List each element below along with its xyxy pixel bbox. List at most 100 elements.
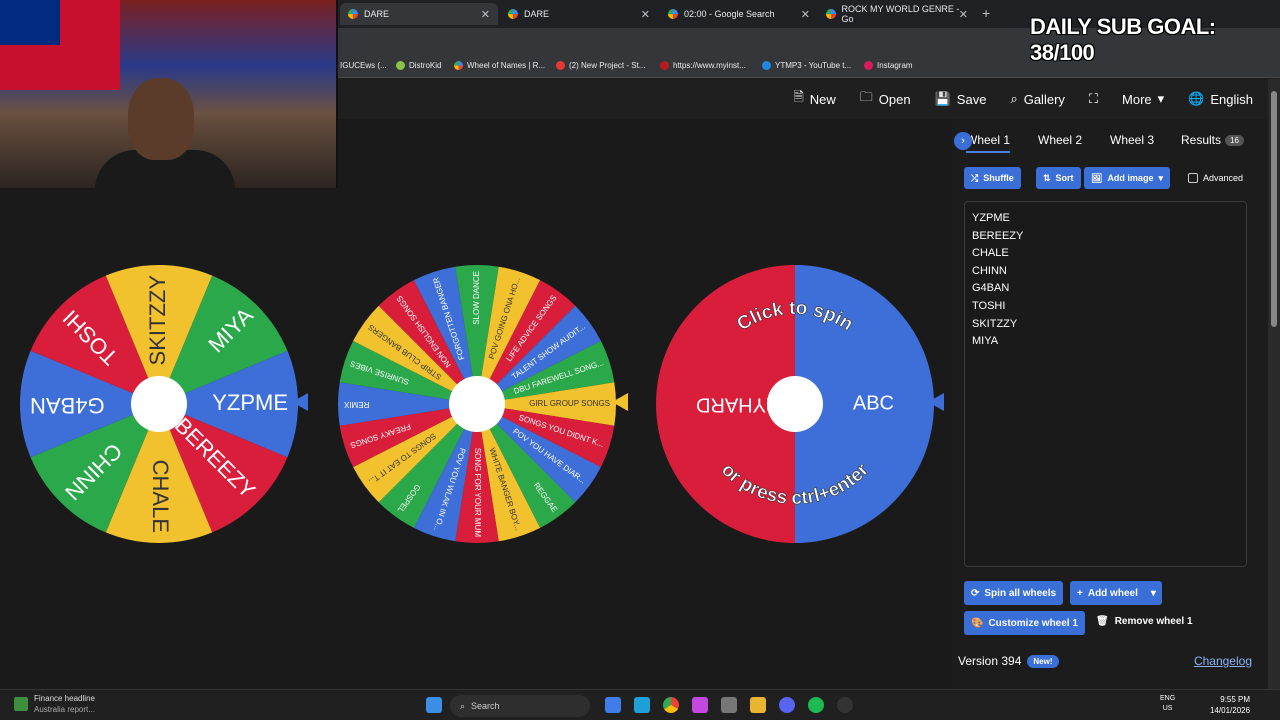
news-widget[interactable]: Finance headline Australia report... — [34, 693, 95, 715]
page-scrollbar[interactable] — [1268, 79, 1280, 689]
bookmark-item[interactable]: Wheel of Names | R... — [454, 61, 545, 70]
wheel-1-pointer — [292, 393, 308, 411]
plus-icon: + — [1077, 587, 1083, 599]
chevron-right-icon: › — [954, 132, 972, 150]
tab-favicon-icon — [508, 9, 518, 19]
changelog-link[interactable]: Changelog — [1194, 654, 1252, 668]
chrome-icon[interactable] — [663, 697, 679, 713]
wheel-slice-label: SONG FOR YOUR MUM — [473, 448, 482, 538]
spotify-icon[interactable] — [808, 697, 824, 713]
browser-tab[interactable]: ROCK MY WORLD GENRE - Go ✕ — [818, 3, 976, 25]
close-icon[interactable]: ✕ — [801, 8, 810, 21]
close-icon[interactable]: ✕ — [481, 8, 490, 21]
remove-wheel-button[interactable]: 🗑 Remove wheel 1 — [1096, 616, 1193, 627]
image-icon: 🖼 — [1091, 172, 1103, 183]
wheel-center[interactable] — [449, 376, 505, 432]
shuffle-button[interactable]: ⤮ Shuffle — [964, 167, 1021, 189]
input-language[interactable]: ENG US — [1160, 694, 1175, 714]
advanced-checkbox[interactable]: Advanced — [1188, 173, 1243, 183]
system-clock[interactable]: 9:55 PM 14/01/2026 — [1210, 694, 1250, 716]
start-icon[interactable] — [426, 697, 442, 713]
wheel-stage: YZPME BEREEZY CHALE CHINN G4BAN TOSHI SKITZZY M… — [0, 119, 952, 689]
webcam-overlay — [0, 0, 338, 188]
wheel-center[interactable] — [131, 376, 187, 432]
entry-item: CHALE — [972, 247, 1009, 260]
tab-wheel-2[interactable]: Wheel 2 — [1038, 133, 1082, 147]
tab-label: ROCK MY WORLD GENRE - Go — [841, 4, 960, 24]
more-button[interactable]: More ▾ — [1113, 84, 1173, 114]
tab-favicon-icon — [826, 9, 836, 19]
bookmark-favicon-icon — [762, 61, 771, 70]
wheel-1[interactable]: YZPMEBEREEZYCHALECHINNG4BANTOSHI SKITZZY M… — [18, 263, 300, 545]
tab-favicon-icon — [348, 9, 358, 19]
entries-textarea[interactable]: YZPME BEREEZY CHALE CHINN G4BAN TOSHI SKITZZY M… — [964, 201, 1247, 567]
close-icon[interactable]: ✕ — [641, 8, 650, 21]
app-icon[interactable] — [692, 697, 708, 713]
wheel-center[interactable] — [767, 376, 823, 432]
folder-icon: 🗀 — [859, 89, 873, 104]
browser-tab[interactable]: DARE ✕ — [340, 3, 498, 25]
open-button[interactable]: 🗀 Open — [851, 84, 920, 114]
edge-icon[interactable] — [634, 697, 650, 713]
wheel-3[interactable]: ABCTRYHARDClick to spinor press ctrl+ent… — [654, 263, 936, 545]
app-icon[interactable] — [605, 697, 621, 713]
bookmark-item[interactable]: https://www.myinst... — [660, 61, 746, 70]
new-button[interactable]: 🗎 New — [784, 84, 844, 114]
app-icon[interactable] — [837, 697, 853, 713]
bookmark-favicon-icon — [556, 61, 565, 70]
globe-icon: 🌐 — [1188, 91, 1205, 106]
close-icon[interactable]: ✕ — [959, 8, 968, 21]
tab-results[interactable]: Results 16 — [1181, 133, 1244, 147]
settings-icon[interactable] — [721, 697, 737, 713]
search-icon: ⌕ — [460, 700, 466, 711]
app-menu-bar: 🗎 New 🗀 Open 💾 Save ⌕ Gallery ⛶ More ▾ 🌐 Engli… — [338, 79, 1268, 119]
palette-icon: 🎨 — [971, 617, 984, 629]
new-tab-icon[interactable]: + — [982, 5, 990, 21]
bookmark-favicon-icon — [660, 61, 669, 70]
windows-taskbar: Finance headline Australia report... ⌕ Se… — [0, 689, 1280, 720]
file-icon: 🗎 — [793, 89, 804, 104]
entry-item: SKITZZY — [972, 317, 1018, 330]
spin-all-wheels-button[interactable]: ⟳ Spin all wheels — [964, 581, 1064, 605]
gallery-button[interactable]: ⌕ Gallery — [1001, 84, 1073, 114]
tab-wheel-1[interactable]: › Wheel 1 — [954, 132, 1011, 153]
sort-button[interactable]: ⇅ Sort — [1036, 167, 1081, 189]
wheel-slice-label: CHALE — [148, 460, 173, 533]
browser-tab[interactable]: 02:00 - Google Search ✕ — [660, 3, 818, 25]
entry-item: MIYA — [972, 335, 999, 348]
fullscreen-icon: ⛶ — [1088, 91, 1099, 106]
discord-icon[interactable] — [779, 697, 795, 713]
wheel-tabs: › Wheel 1 Wheel 2 Wheel 3 Results 16 — [952, 129, 1268, 157]
tab-wheel-3[interactable]: Wheel 3 — [1110, 133, 1154, 147]
folder-icon[interactable] — [750, 697, 766, 713]
customize-wheel-button[interactable]: 🎨 Customize wheel 1 — [964, 611, 1085, 635]
wheel-slice-label: GIRL GROUP SONGS — [529, 399, 610, 408]
bookmark-item[interactable]: IGUCEws (... — [340, 61, 387, 70]
entries-panel: › Wheel 1 Wheel 2 Wheel 3 Results 16 ⤮ Shu… — [952, 119, 1268, 689]
bookmark-item[interactable]: (2) New Project - St... — [556, 61, 645, 70]
bookmark-item[interactable]: DistroKid — [396, 61, 441, 70]
taskbar-search[interactable]: ⌕ Search — [450, 695, 590, 717]
chevron-down-icon: ▾ — [1157, 91, 1165, 106]
language-button[interactable]: 🌐 English — [1179, 84, 1262, 114]
wheel-slice-label: ABC — [853, 392, 894, 414]
version-info: Version 394 New! — [958, 654, 1059, 668]
add-wheel-button[interactable]: + Add wheel ▾ — [1070, 581, 1162, 605]
flag-graphic — [0, 0, 120, 90]
news-widget-icon — [14, 697, 28, 711]
sort-icon: ⇅ — [1043, 172, 1051, 183]
save-button[interactable]: 💾 Save — [926, 84, 996, 114]
shuffle-icon: ⤮ — [971, 172, 979, 183]
wheel-slice-label: SKITZZY — [145, 275, 170, 366]
add-image-button[interactable]: 🖼 Add image ▾ — [1084, 167, 1170, 189]
wheel-2[interactable]: GIRL GROUP SONGSSONGS YOU DIDNT K...POV … — [336, 263, 618, 545]
search-icon: ⌕ — [1010, 91, 1018, 106]
tab-label: DARE — [364, 9, 390, 19]
entry-item: CHINN — [972, 264, 1007, 277]
entry-item: TOSHI — [972, 299, 1006, 312]
bookmark-item[interactable]: Instagram — [864, 61, 913, 70]
fullscreen-button[interactable]: ⛶ — [1080, 84, 1107, 114]
browser-tab[interactable]: DARE ✕ — [500, 3, 658, 25]
tab-label: 02:00 - Google Search — [684, 9, 775, 19]
bookmark-item[interactable]: YTMP3 - YouTube t... — [762, 61, 851, 70]
